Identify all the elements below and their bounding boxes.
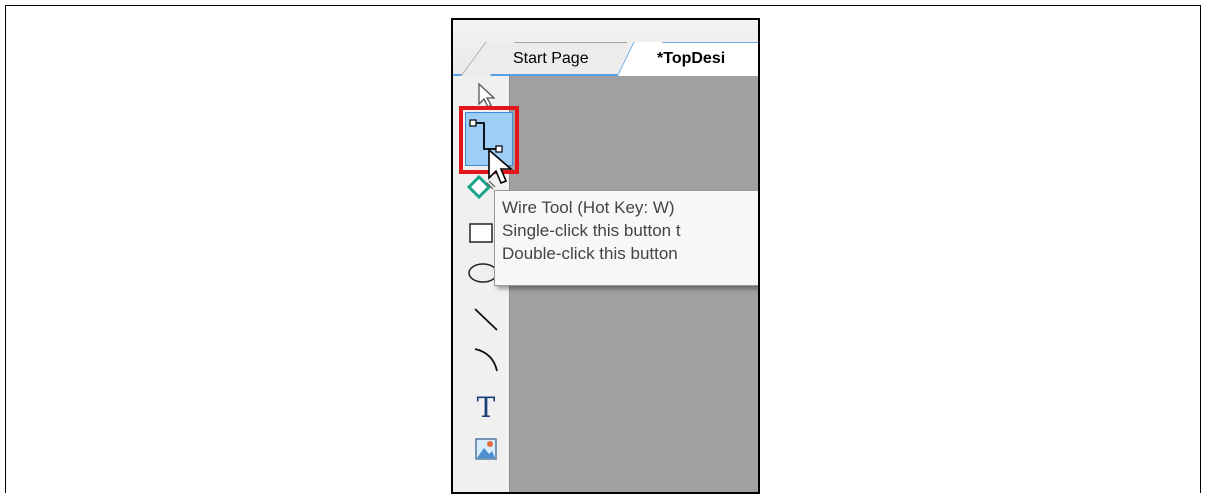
wire-tool-tooltip: Wire Tool (Hot Key: W) Single-click this… bbox=[494, 190, 758, 286]
arc-icon[interactable] bbox=[469, 342, 503, 376]
tab-start-page[interactable]: Start Page bbox=[487, 42, 627, 74]
tab-start-page-label: Start Page bbox=[513, 50, 589, 67]
text-tool-glyph: T bbox=[476, 390, 496, 424]
document-tab-strip: Start Page *TopDesi bbox=[453, 20, 758, 76]
image-icon[interactable] bbox=[469, 432, 503, 466]
tooltip-title: Wire Tool (Hot Key: W) bbox=[502, 198, 675, 217]
text-tool-icon[interactable]: T bbox=[469, 390, 503, 424]
tooltip-line-double-click: Double-click this button bbox=[502, 244, 678, 263]
tab-top-design-label: *TopDesi bbox=[657, 50, 726, 67]
tab-top-design[interactable]: *TopDesi bbox=[639, 42, 758, 76]
designer-window: Start Page *TopDesi T Wire Tool (Hot Key… bbox=[451, 18, 760, 494]
line-icon[interactable] bbox=[469, 302, 503, 336]
tooltip-line-single-click: Single-click this button t bbox=[502, 221, 681, 240]
